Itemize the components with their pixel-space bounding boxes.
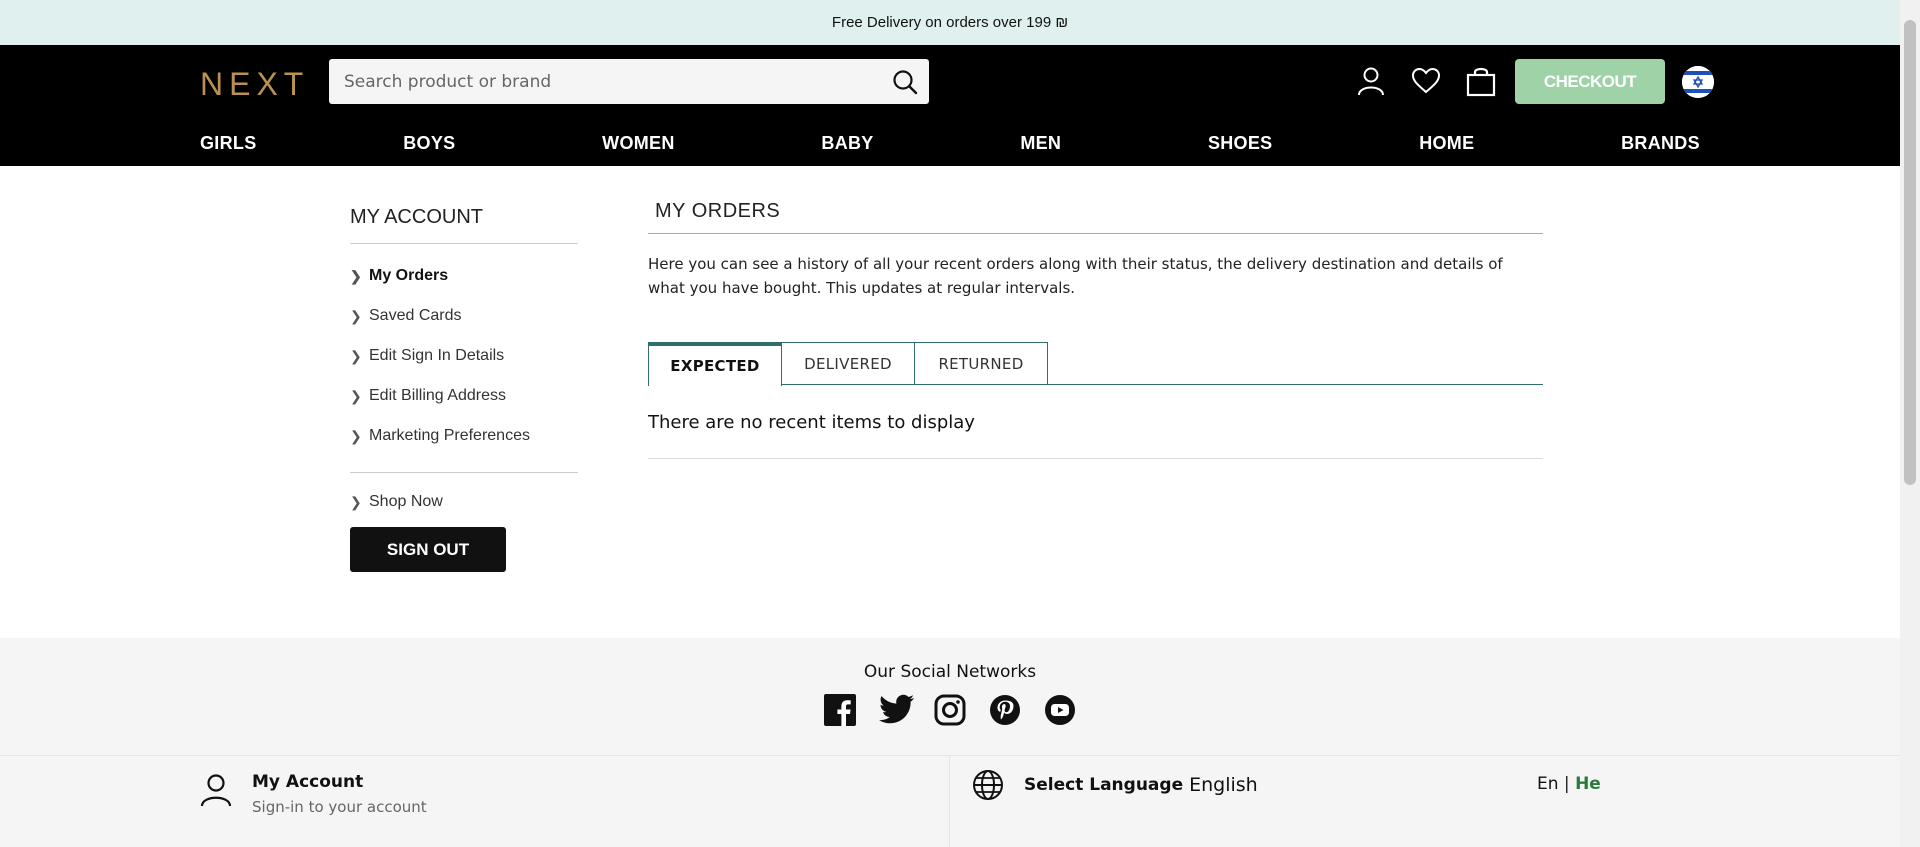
footer-account-subtitle: Sign-in to your account: [252, 798, 427, 816]
account-sidebar: MY ACCOUNT ❯ My Orders ❯ Saved Cards ❯ Edit…: [350, 206, 578, 572]
language-label: Select Language: [1024, 775, 1184, 795]
chevron-right-icon: ❯: [350, 307, 362, 324]
sidebar-item-label: My Orders: [369, 267, 449, 284]
promo-text: Free Delivery on orders over 199 ₪: [831, 14, 1069, 31]
sidebar-item-label: Edit Sign In Details: [369, 347, 505, 364]
promo-banner: Free Delivery on orders over 199 ₪: [0, 0, 1900, 45]
account-icon[interactable]: [1355, 65, 1387, 97]
facebook-icon[interactable]: [824, 694, 856, 726]
lang-separator: |: [1563, 774, 1570, 794]
search-icon[interactable]: [891, 68, 919, 96]
nav-men[interactable]: MEN: [1020, 133, 1061, 154]
instagram-icon[interactable]: [934, 694, 966, 726]
lang-en-link[interactable]: En: [1537, 774, 1559, 794]
sidebar-item-edit-sign-in[interactable]: ❯ Edit Sign In Details: [350, 336, 578, 376]
nav-girls[interactable]: GIRLS: [200, 133, 257, 154]
chevron-right-icon: ❯: [350, 267, 362, 284]
empty-state-message: There are no recent items to display: [648, 412, 1543, 459]
nav-brands[interactable]: BRANDS: [1621, 133, 1700, 154]
account-icon: [200, 772, 232, 808]
shop-now-link[interactable]: ❯ Shop Now: [350, 491, 578, 513]
sign-out-button[interactable]: SIGN OUT: [350, 527, 506, 572]
youtube-icon[interactable]: [1044, 694, 1076, 726]
orders-intro: Here you can see a history of all your r…: [648, 255, 1503, 297]
sidebar-item-edit-billing[interactable]: ❯ Edit Billing Address: [350, 376, 578, 416]
page-scrollbar[interactable]: [1900, 0, 1920, 847]
footer-bottom: My Account Sign-in to your account Selec…: [0, 755, 1900, 847]
search-input[interactable]: [329, 71, 869, 92]
heart-icon[interactable]: [1410, 65, 1442, 97]
orders-tabs: EXPECTED DELIVERED RETURNED: [648, 342, 1543, 386]
sidebar-item-label: Marketing Preferences: [369, 427, 530, 444]
sidebar-item-marketing[interactable]: ❯ Marketing Preferences: [350, 416, 578, 456]
chevron-right-icon: ❯: [350, 347, 362, 364]
language-current: English: [1189, 774, 1258, 796]
footer-divider: [949, 756, 950, 847]
sidebar-divider: ❯ Shop Now SIGN OUT: [350, 472, 578, 572]
social-title: Our Social Networks: [863, 662, 1037, 682]
israel-flag-icon[interactable]: [1682, 66, 1714, 98]
pinterest-icon[interactable]: [989, 694, 1021, 726]
scrollbar-thumb[interactable]: [1904, 20, 1916, 485]
language-switch: En | He: [1537, 774, 1601, 794]
next-logo[interactable]: NEXT: [200, 66, 309, 103]
footer-social: Our Social Networks: [0, 638, 1900, 755]
nav-women[interactable]: WOMEN: [602, 133, 675, 154]
sidebar-item-label: Edit Billing Address: [369, 387, 506, 404]
lang-he-link[interactable]: He: [1575, 774, 1601, 794]
nav-shoes[interactable]: SHOES: [1208, 133, 1273, 154]
checkout-button[interactable]: CHECKOUT: [1515, 59, 1665, 104]
nav-baby[interactable]: BABY: [821, 133, 873, 154]
site-header: NEXT CHECKOUT GIRLS BOYS WOMEN BABY MEN …: [0, 45, 1900, 166]
chevron-right-icon: ❯: [350, 493, 362, 510]
search-bar: [329, 59, 929, 104]
social-icons: [0, 694, 1900, 726]
tab-delivered[interactable]: DELIVERED: [781, 342, 915, 384]
chevron-right-icon: ❯: [350, 427, 362, 444]
chevron-right-icon: ❯: [350, 387, 362, 404]
orders-panel: MY ORDERS Here you can see a history of …: [648, 200, 1543, 459]
nav-boys[interactable]: BOYS: [403, 133, 455, 154]
sidebar-item-saved-cards[interactable]: ❯ Saved Cards: [350, 296, 578, 336]
bag-icon[interactable]: [1465, 65, 1497, 97]
sidebar-item-label: Saved Cards: [369, 307, 462, 324]
tab-expected[interactable]: EXPECTED: [648, 342, 782, 386]
sidebar-item-my-orders[interactable]: ❯ My Orders: [350, 256, 578, 296]
shop-now-label: Shop Now: [369, 493, 443, 510]
main-nav: GIRLS BOYS WOMEN BABY MEN SHOES HOME BRA…: [200, 133, 1700, 154]
sidebar-menu: ❯ My Orders ❯ Saved Cards ❯ Edit Sign In De…: [350, 244, 578, 456]
nav-home[interactable]: HOME: [1419, 133, 1474, 154]
sidebar-title: MY ACCOUNT: [350, 206, 578, 244]
footer-account-title: My Account: [252, 772, 364, 792]
globe-icon: [972, 769, 1004, 801]
tab-returned[interactable]: RETURNED: [914, 342, 1048, 384]
page-title: MY ORDERS: [648, 200, 1543, 234]
footer-account-link[interactable]: My Account Sign-in to your account: [200, 772, 427, 816]
language-selector[interactable]: Select Language English: [972, 769, 1258, 801]
twitter-icon[interactable]: [879, 694, 914, 726]
